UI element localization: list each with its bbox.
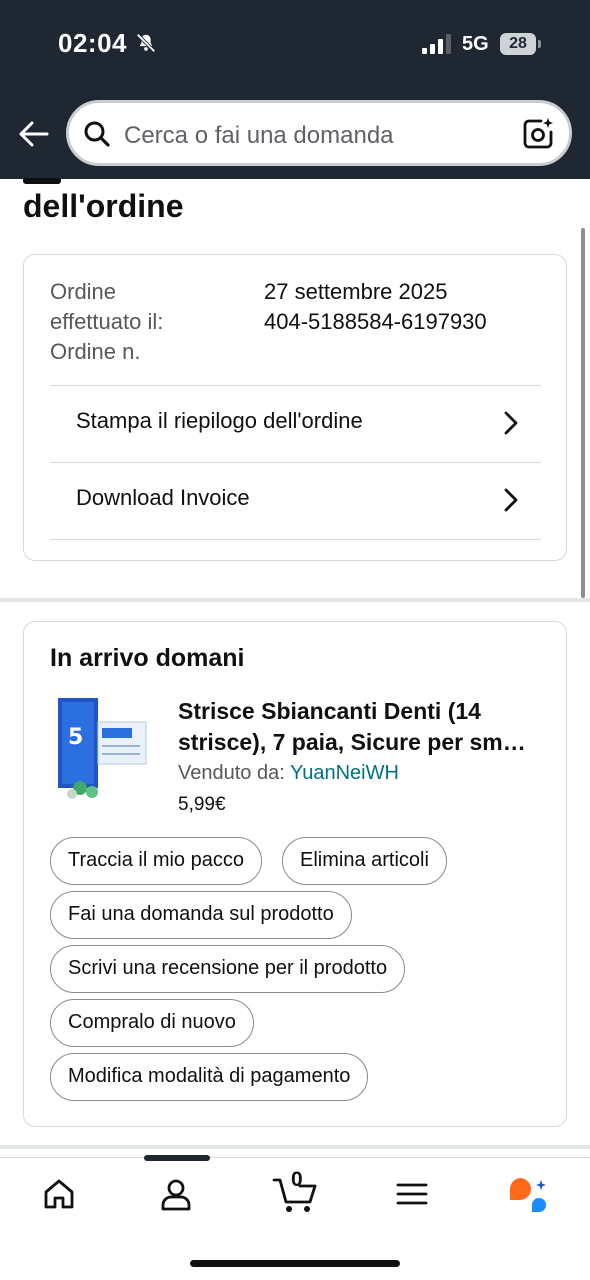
camera-lens-icon[interactable] xyxy=(521,117,555,151)
home-indicator xyxy=(190,1260,400,1267)
account-icon[interactable] xyxy=(158,1176,194,1212)
order-info-card: Ordine effettuato il: Ordine n. 27 sette… xyxy=(23,254,567,561)
battery-indicator: 28 xyxy=(500,33,541,55)
order-date-label-line2: effettuato il: xyxy=(50,309,164,334)
seller-link[interactable]: YuanNeiWH xyxy=(290,762,399,784)
chevron-right-icon xyxy=(504,488,518,512)
shipment-card: In arrivo domani 5 Strisce Sbiancanti De… xyxy=(23,621,567,1127)
title-clipped-line xyxy=(23,178,203,184)
product-title[interactable]: Strisce Sbiancanti Denti (14 strisce), 7… xyxy=(178,696,548,758)
download-invoice-label: Download Invoice xyxy=(76,485,250,510)
bottom-nav: 0 xyxy=(0,1155,590,1280)
write-review-button[interactable]: Scrivi una recensione per il prodotto xyxy=(50,945,406,993)
home-icon[interactable] xyxy=(41,1176,77,1212)
back-arrow-icon[interactable] xyxy=(14,115,52,153)
delete-items-button[interactable]: Elimina articoli xyxy=(282,837,447,885)
search-icon xyxy=(84,121,110,147)
order-date-value: 27 settembre 2025 xyxy=(264,279,448,304)
change-payment-button[interactable]: Modifica modalità di pagamento xyxy=(50,1053,369,1101)
card-divider xyxy=(50,539,541,540)
search-input[interactable]: Cerca o fai una domanda xyxy=(124,122,394,150)
menu-icon[interactable] xyxy=(394,1176,430,1212)
section-divider xyxy=(0,598,590,602)
battery-level: 28 xyxy=(500,33,536,55)
seller-info: Venduto da: YuanNeiWH xyxy=(178,762,399,785)
product-title-line2: strisce), 7 paia, Sicure per sm… xyxy=(178,729,526,755)
chevron-right-icon xyxy=(504,411,518,435)
svg-text:5: 5 xyxy=(68,725,83,750)
page-title: dell'ordine xyxy=(23,188,184,224)
order-number-value: 404-5188584-6197930 xyxy=(264,309,487,334)
search-bar[interactable]: Cerca o fai una domanda xyxy=(66,100,572,166)
active-tab-indicator xyxy=(144,1155,210,1161)
status-time: 02:04 xyxy=(58,28,127,58)
status-bar: 02:04 5G 28 xyxy=(0,0,590,90)
signal-icon xyxy=(422,34,451,54)
product-price: 5,99€ xyxy=(178,794,226,815)
scrollbar[interactable] xyxy=(581,228,585,598)
order-number-label: Ordine n. xyxy=(50,339,141,364)
battery-tip xyxy=(538,40,541,48)
section-divider xyxy=(0,1145,590,1149)
bell-muted-icon xyxy=(136,33,156,53)
seller-label: Venduto da: xyxy=(178,762,290,784)
network-type: 5G xyxy=(462,33,489,55)
cart-count: 0 xyxy=(291,1168,303,1191)
product-image[interactable]: 5 xyxy=(50,692,154,802)
order-date-label-line1: Ordine xyxy=(50,279,117,304)
ask-question-button[interactable]: Fai una domanda sul prodotto xyxy=(50,891,352,939)
top-header: 02:04 5G 28 Cerca o fai una domanda xyxy=(0,0,590,179)
print-summary-link[interactable]: Stampa il riepilogo dell'ordine xyxy=(50,385,541,463)
cart-button[interactable]: 0 xyxy=(272,1168,318,1214)
buy-again-button[interactable]: Compralo di nuovo xyxy=(50,999,254,1047)
rufus-icon[interactable] xyxy=(508,1174,550,1214)
product-title-line1: Strisce Sbiancanti Denti (14 xyxy=(178,698,481,724)
track-package-button[interactable]: Traccia il mio pacco xyxy=(50,837,262,885)
delivery-heading: In arrivo domani xyxy=(50,644,245,672)
print-summary-label: Stampa il riepilogo dell'ordine xyxy=(76,408,363,433)
download-invoice-link[interactable]: Download Invoice xyxy=(50,462,541,540)
